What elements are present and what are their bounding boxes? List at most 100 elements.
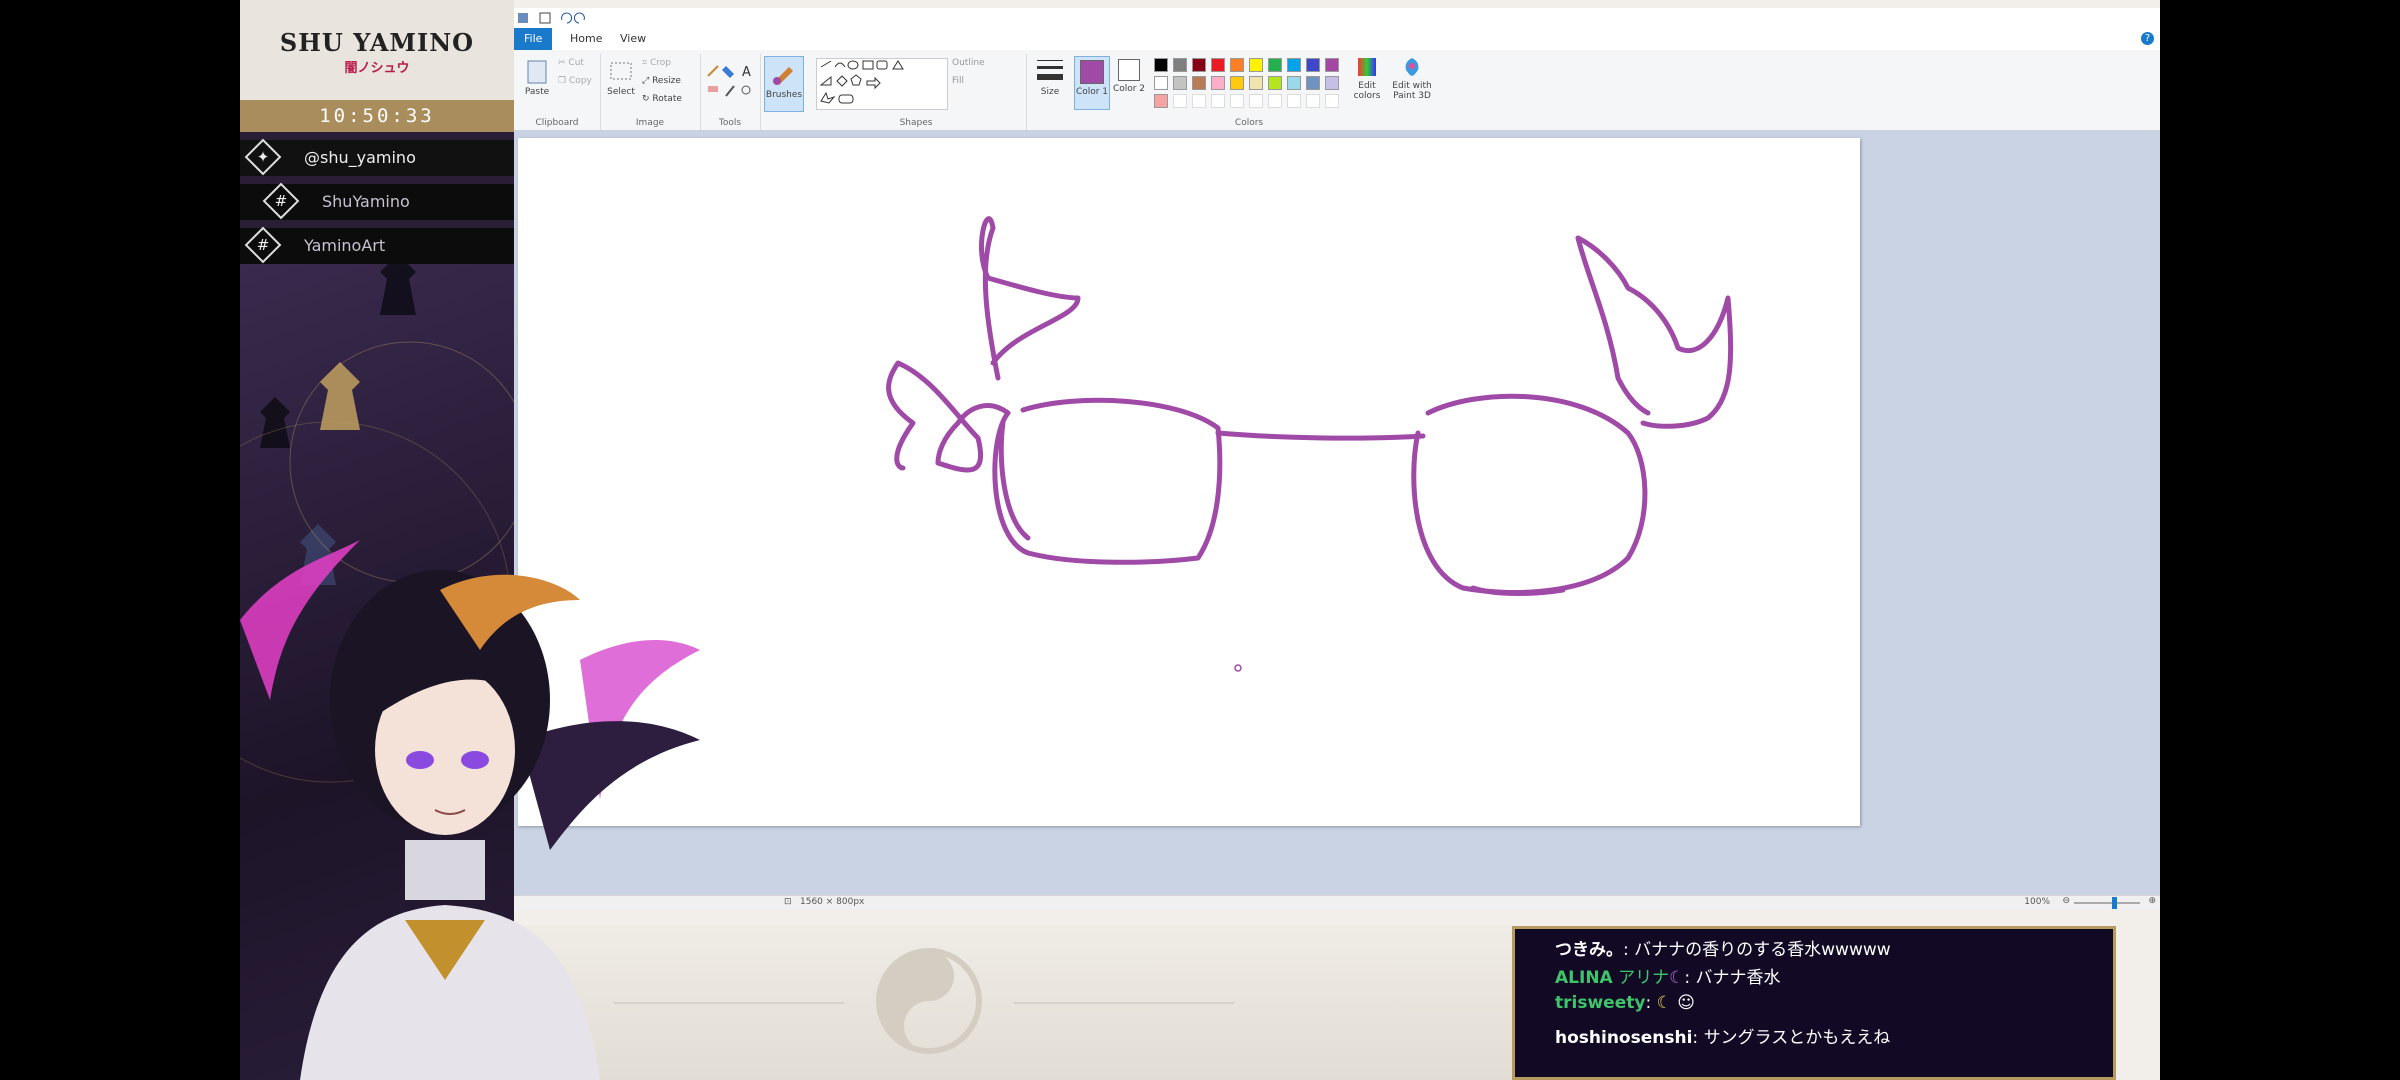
- palette-swatch[interactable]: [1154, 94, 1168, 108]
- palette-swatch[interactable]: [1230, 94, 1244, 108]
- palette-swatch[interactable]: [1192, 58, 1206, 72]
- bridge-stroke: [1215, 430, 1426, 441]
- palette-swatch[interactable]: [1211, 94, 1225, 108]
- zoom-slider-thumb[interactable]: [2112, 897, 2117, 909]
- quick-access-toolbar: [518, 12, 585, 24]
- edit-colors-label: Edit colors: [1353, 81, 1381, 101]
- palette-swatch[interactable]: [1154, 76, 1168, 90]
- chat-separator: :: [1645, 993, 1657, 1013]
- tab-view[interactable]: View: [610, 28, 656, 50]
- palette-swatch[interactable]: [1325, 58, 1339, 72]
- chat-separator: :: [1684, 968, 1696, 988]
- rotate-button[interactable]: ↻ Rotate: [642, 94, 682, 104]
- palette-swatch[interactable]: [1173, 58, 1187, 72]
- shapes-gallery[interactable]: [816, 58, 948, 110]
- palette-swatch[interactable]: [1287, 94, 1301, 108]
- palette-swatch[interactable]: [1173, 76, 1187, 90]
- zoom-in-icon[interactable]: ⊕: [2148, 896, 2156, 906]
- color2-button[interactable]: Color 2: [1112, 56, 1146, 94]
- zoom-level: 100%: [2024, 897, 2050, 907]
- color2-swatch: [1118, 59, 1140, 81]
- size-button[interactable]: Size: [1032, 56, 1068, 97]
- resize-button[interactable]: ⤢ Resize: [642, 76, 681, 86]
- brushes-label: Brushes: [765, 90, 803, 100]
- chat-message: ALINA アリナ☾: バナナ香水: [1555, 963, 1781, 988]
- select-icon: [610, 62, 632, 80]
- brushes-button[interactable]: Brushes: [764, 56, 804, 112]
- paint3d-icon: [1405, 58, 1419, 76]
- group-tools: A Tools: [700, 54, 761, 130]
- tools-icons[interactable]: A: [704, 60, 764, 110]
- canvas-size: 1560 × 800px: [800, 897, 865, 907]
- hashtag-icon: #: [244, 226, 282, 264]
- palette-swatch[interactable]: [1249, 58, 1263, 72]
- paste-button[interactable]: Paste: [520, 58, 554, 97]
- tab-home[interactable]: Home: [560, 28, 613, 52]
- palette-swatch[interactable]: [1249, 76, 1263, 90]
- brush-icon: [773, 67, 793, 85]
- stream-clock: 10:50:33: [240, 100, 514, 132]
- diamond-shape-icon: [836, 75, 848, 87]
- edit-paint3d-button[interactable]: Edit with Paint 3D: [1388, 56, 1436, 101]
- palette-swatch[interactable]: [1268, 94, 1282, 108]
- fill-button[interactable]: Fill: [952, 76, 964, 86]
- emote-icon: ☺: [1677, 993, 1695, 1013]
- copy-icon: ❐: [558, 76, 567, 86]
- rotate-icon: ↻: [642, 94, 650, 104]
- palette-swatch[interactable]: [1211, 58, 1225, 72]
- chat-separator: :: [1692, 1028, 1704, 1048]
- tab-file[interactable]: File: [514, 28, 553, 50]
- copy-button[interactable]: ❐ Copy: [558, 76, 592, 86]
- copy-label: Copy: [568, 76, 592, 86]
- palette-swatch[interactable]: [1173, 94, 1187, 108]
- zoom-out-icon[interactable]: ⊖: [2062, 896, 2070, 906]
- palette-swatch[interactable]: [1192, 94, 1206, 108]
- color1-label: Color 1: [1075, 87, 1109, 97]
- select-label: Select: [607, 87, 635, 97]
- palette-swatch[interactable]: [1306, 58, 1320, 72]
- cut-button[interactable]: ✂ Cut: [558, 58, 584, 68]
- group-shapes: Outline Fill Shapes: [806, 54, 1027, 130]
- palette-swatch[interactable]: [1287, 58, 1301, 72]
- rounded-rectangle-shape-icon: [876, 60, 888, 70]
- palette-swatch[interactable]: [1249, 94, 1263, 108]
- right-flame-stroke: [1575, 235, 1734, 429]
- palette-swatch[interactable]: [1268, 76, 1282, 90]
- palette-swatch[interactable]: [1325, 76, 1339, 90]
- group-image: Select ⌗ Crop ⤢ Resize ↻ Rotate Image: [600, 54, 701, 130]
- arrow-right-shape-icon: [866, 76, 881, 90]
- vtuber-avatar: [240, 520, 720, 1080]
- scissors-icon: ✂: [558, 58, 566, 68]
- chat-username: hoshinosenshi: [1555, 1028, 1693, 1048]
- palette-swatch[interactable]: [1325, 94, 1339, 108]
- colors-group-label: Colors: [1234, 118, 1264, 128]
- select-button[interactable]: Select: [606, 58, 636, 97]
- palette-swatch[interactable]: [1211, 76, 1225, 90]
- paint-window: File Home View ? Paste ✂ Cut ❐ Copy Clip…: [514, 8, 2160, 910]
- palette-swatch[interactable]: [1287, 76, 1301, 90]
- chat-separator: :: [1623, 940, 1635, 960]
- edit-colors-button[interactable]: Edit colors: [1350, 56, 1384, 101]
- rotate-label: Rotate: [652, 94, 682, 104]
- palette-swatch[interactable]: [1192, 76, 1206, 90]
- outline-button[interactable]: Outline: [952, 58, 985, 68]
- palette-swatch[interactable]: [1230, 58, 1244, 72]
- right-lens-stroke: [1411, 393, 1648, 596]
- color1-button[interactable]: Color 1: [1074, 56, 1110, 110]
- group-label: Image: [635, 118, 665, 128]
- chat-username: ALINA: [1555, 968, 1613, 988]
- social-twitter: ✦ @shu_yamino: [240, 138, 514, 176]
- paste-label: Paste: [524, 87, 550, 97]
- clipboard-icon: [527, 60, 547, 84]
- paint-statusbar: ⊡ 1560 × 800px 100% ⊖ ⊕: [514, 895, 2160, 910]
- palette-swatch[interactable]: [1154, 58, 1168, 72]
- zoom-slider[interactable]: [2074, 897, 2140, 909]
- crop-button[interactable]: ⌗ Crop: [642, 58, 671, 68]
- paint-ribbon: Paste ✂ Cut ❐ Copy Clipboard Select ⌗ Cr…: [514, 50, 2160, 131]
- text-tool-icon: A: [742, 65, 751, 80]
- palette-swatch[interactable]: [1268, 58, 1282, 72]
- palette-swatch[interactable]: [1306, 94, 1320, 108]
- palette-swatch[interactable]: [1306, 76, 1320, 90]
- palette-swatch[interactable]: [1230, 76, 1244, 90]
- help-icon[interactable]: ?: [2141, 32, 2154, 45]
